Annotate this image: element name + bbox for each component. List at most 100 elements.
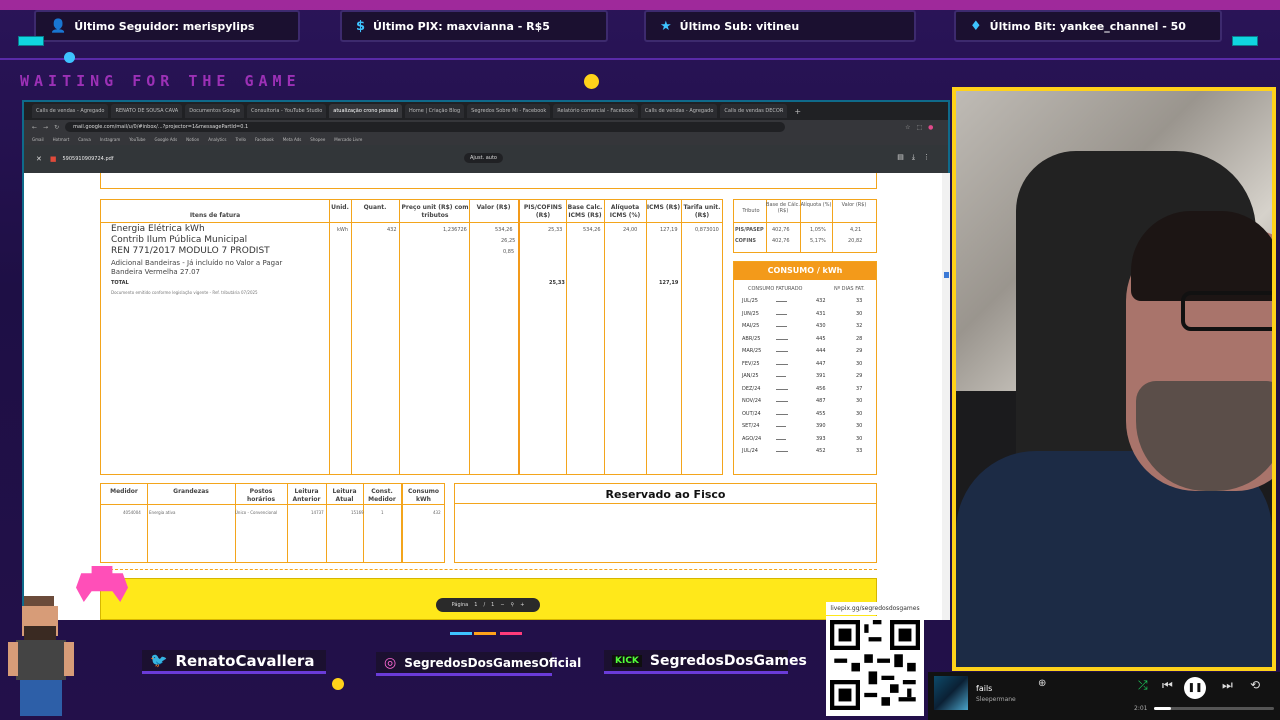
consumo-bar bbox=[776, 351, 788, 352]
url-input[interactable]: mail.google.com/mail/u/0/#inbox/...?proj… bbox=[65, 122, 786, 132]
page-total: 1 bbox=[491, 602, 495, 608]
track-artist: Sleepermane bbox=[976, 696, 1016, 703]
cut-line bbox=[100, 569, 877, 570]
forward-icon[interactable]: → bbox=[43, 124, 48, 131]
pdf-filename: 5905910909724.pdf bbox=[62, 156, 114, 162]
zoom-icon[interactable]: ⚲ bbox=[511, 602, 515, 608]
page-current-input[interactable]: 1 bbox=[474, 602, 477, 608]
webcam-glasses bbox=[1181, 291, 1272, 331]
browser-tab[interactable]: Home | Criação Blog bbox=[405, 104, 465, 118]
consumo-month: MAR/25 bbox=[742, 348, 762, 354]
consumo-kwh: 456 bbox=[816, 385, 826, 392]
consumo-dias: 37 bbox=[856, 385, 863, 392]
bookmark-item[interactable]: Google Ads bbox=[155, 137, 178, 142]
consumo-dias: 30 bbox=[856, 310, 863, 317]
bookmark-item[interactable]: Hotmart bbox=[53, 137, 70, 142]
medidor-col: Leitura Atual bbox=[332, 488, 357, 503]
bookmark-star-icon[interactable]: ☆ bbox=[905, 124, 910, 131]
browser-tab-active[interactable]: atualização crono pessoal bbox=[329, 104, 403, 118]
bookmark-item[interactable]: Shopee bbox=[310, 137, 325, 142]
consumo-dias: 29 bbox=[856, 373, 863, 379]
browser-tab[interactable]: RENATO DE SOUSA CAVA bbox=[111, 104, 183, 118]
zoom-in-icon[interactable]: + bbox=[520, 602, 524, 608]
bookmark-item[interactable]: Notion bbox=[186, 137, 199, 142]
color-dash bbox=[474, 632, 496, 635]
reload-icon[interactable]: ↻ bbox=[54, 124, 59, 131]
medidor-table: Medidor Grandezas Postos horários Leitur… bbox=[100, 483, 445, 563]
medidor-col: Leitura Anterior bbox=[292, 488, 321, 503]
medidor-col: Grandezas bbox=[173, 488, 209, 495]
bookmark-item[interactable]: Facebook bbox=[255, 137, 274, 142]
bookmark-item[interactable]: Analytics bbox=[208, 137, 226, 142]
bookmark-item[interactable]: YouTube bbox=[129, 137, 145, 142]
bookmark-item[interactable]: Mercado Livre bbox=[334, 137, 362, 142]
add-icon[interactable]: ⊕ bbox=[1038, 678, 1046, 689]
address-bar-row: ← → ↻ mail.google.com/mail/u/0/#inbox/..… bbox=[24, 120, 948, 134]
consumo-kwh: 432 bbox=[816, 298, 826, 304]
consumo-bar bbox=[776, 413, 788, 415]
print-icon[interactable]: ▤ bbox=[897, 153, 912, 161]
consumo-row: MAR/25 444 29 bbox=[734, 346, 878, 358]
item-desc: Bandeira Vermelha 27.07 bbox=[111, 268, 200, 276]
more-icon[interactable]: ⋮ bbox=[923, 153, 938, 161]
consumo-row: NOV/24 487 30 bbox=[734, 396, 878, 408]
previous-icon[interactable]: ⏮ bbox=[1162, 678, 1173, 693]
browser-tab[interactable]: Segredos Sobre Mi - Facebook bbox=[467, 104, 551, 118]
browser-tab[interactable]: Documentos Google bbox=[185, 104, 245, 118]
shuffle-icon[interactable]: ⤮ bbox=[1138, 678, 1148, 693]
music-player: fails Sleepermane ⊕ ⤮ ⏮ ❚❚ ⏭ ⟲ 2:01 bbox=[928, 672, 1280, 720]
browser-tab[interactable]: Relatório comercial - Facebook bbox=[553, 104, 638, 118]
repeat-icon[interactable]: ⟲ bbox=[1250, 678, 1260, 692]
zoom-select[interactable]: Ajust. auto bbox=[464, 153, 503, 163]
consumo-title: CONSUMO / kWh bbox=[734, 262, 876, 280]
bookmark-item[interactable]: Instagram bbox=[100, 137, 120, 142]
download-icon[interactable]: ⤓ bbox=[912, 153, 923, 161]
medidor-cell: 4054004 bbox=[123, 510, 141, 515]
star-icon: ★ bbox=[660, 18, 672, 34]
close-icon[interactable]: ✕ bbox=[36, 155, 42, 163]
browser-tab[interactable]: Consultoria - YouTube Studio bbox=[247, 104, 327, 118]
next-icon[interactable]: ⏭ bbox=[1222, 678, 1233, 693]
browser-tab[interactable]: Calls de vendas - Agregado bbox=[640, 104, 718, 118]
bookmark-item[interactable]: Meta Ads bbox=[283, 137, 302, 142]
item-aliq: 24,00 bbox=[623, 227, 638, 233]
pdf-scrollbar-thumb[interactable] bbox=[944, 272, 949, 278]
consumo-dias: 30 bbox=[856, 410, 863, 417]
bookmark-item[interactable]: Gmail bbox=[32, 137, 44, 142]
diamond-icon: ♦ bbox=[970, 18, 982, 34]
browser-tab[interactable]: Calls de vendas DECOR bbox=[720, 104, 788, 118]
consumo-row: JUN/25 431 30 bbox=[734, 309, 878, 321]
consumo-col-faturado: CONSUMO FATURADO bbox=[748, 286, 803, 292]
medidor-col: Medidor bbox=[110, 488, 138, 495]
qr-code-icon bbox=[830, 620, 920, 710]
medidor-col: Consumo kWh bbox=[407, 488, 439, 503]
extensions-icon[interactable]: ⬚ bbox=[916, 124, 922, 131]
consumo-bar bbox=[776, 326, 787, 327]
consumo-row: ABR/25 445 28 bbox=[734, 334, 878, 346]
consumo-panel: CONSUMO / kWh CONSUMO FATURADO Nº DIAS F… bbox=[733, 261, 877, 475]
browser-tab[interactable]: Calls de vendas - Agregado bbox=[32, 104, 109, 118]
total-icms: 127,19 bbox=[659, 280, 679, 286]
pdf-scrollbar[interactable] bbox=[942, 173, 950, 620]
bookmark-item[interactable]: Canva bbox=[78, 137, 91, 142]
alert-last-pix: $ Último PIX: maxvianna - R$5 bbox=[340, 10, 608, 42]
pause-button[interactable]: ❚❚ bbox=[1184, 677, 1206, 699]
consumo-row: OUT/24 455 30 bbox=[734, 409, 878, 421]
item-base: 534,26 bbox=[583, 227, 601, 233]
consumo-dias: 28 bbox=[856, 335, 863, 342]
consumo-kwh: 444 bbox=[816, 348, 826, 354]
profile-icon[interactable]: ● bbox=[928, 124, 933, 131]
consumo-month: OUT/24 bbox=[742, 410, 761, 417]
invoice-footnote: Documento emitido conforme legislação vi… bbox=[111, 290, 258, 295]
new-tab-icon[interactable]: + bbox=[794, 107, 801, 116]
pdf-file-icon: ■ bbox=[49, 155, 57, 163]
item-tarifa: 0,873010 bbox=[695, 227, 719, 233]
consumo-kwh: 445 bbox=[816, 335, 826, 342]
bookmark-item[interactable]: Trello bbox=[235, 137, 246, 142]
back-icon[interactable]: ← bbox=[32, 124, 37, 131]
medidor-cell: 1 bbox=[381, 510, 384, 515]
qr-code bbox=[826, 616, 924, 716]
neon-divider bbox=[0, 58, 1280, 60]
progress-bar[interactable] bbox=[1154, 707, 1274, 710]
zoom-out-icon[interactable]: − bbox=[500, 602, 504, 608]
